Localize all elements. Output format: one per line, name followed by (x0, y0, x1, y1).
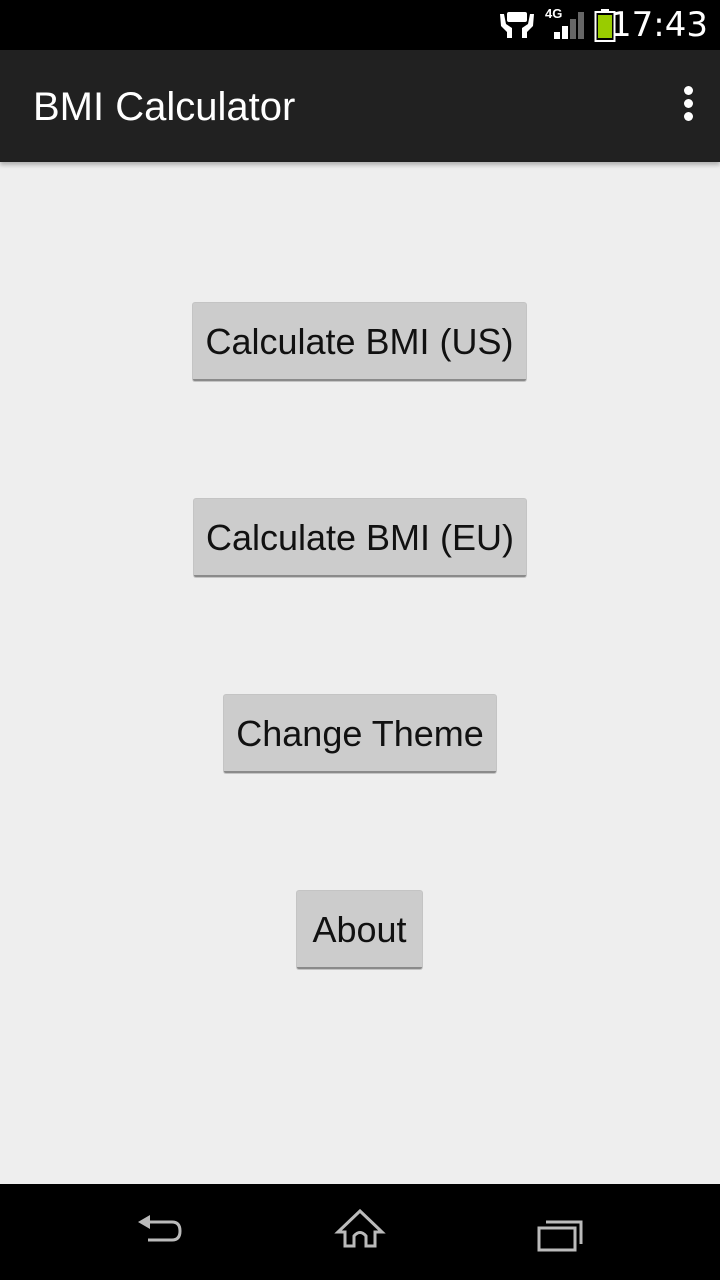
back-button[interactable] (120, 1202, 200, 1262)
about-button[interactable]: About (297, 891, 422, 969)
back-icon (138, 1215, 182, 1242)
recent-apps-button[interactable] (520, 1202, 600, 1262)
hands-notification-icon (500, 12, 534, 38)
navigation-bar (0, 1184, 720, 1280)
action-bar: BMI Calculator (0, 50, 720, 162)
change-theme-button[interactable]: Change Theme (224, 695, 496, 773)
status-bar: 4G 17:43 (0, 0, 720, 50)
clock: 17:43 (610, 5, 708, 45)
recent-apps-icon (537, 1220, 583, 1252)
home-button[interactable] (320, 1202, 400, 1262)
calculate-bmi-eu-button[interactable]: Calculate BMI (EU) (194, 499, 526, 577)
app-title: BMI Calculator (33, 85, 296, 129)
signal-icon (554, 12, 584, 39)
calculate-bmi-us-button[interactable]: Calculate BMI (US) (193, 303, 526, 381)
home-icon (334, 1208, 386, 1248)
overflow-menu-icon[interactable] (678, 86, 698, 126)
